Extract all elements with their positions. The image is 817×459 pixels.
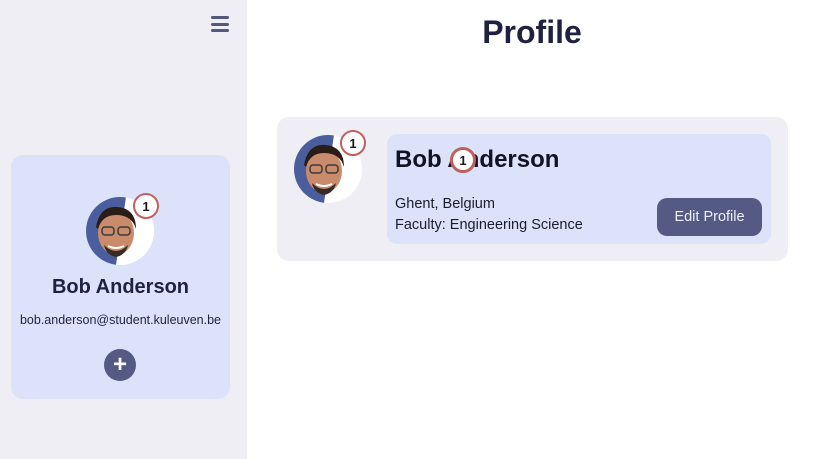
add-button[interactable]: + — [104, 349, 136, 381]
user-card: 1 Bob Anderson bob.anderson@student.kule… — [11, 155, 230, 399]
profile-avatar-badge[interactable]: 1 — [340, 130, 366, 156]
profile-panel: 1 Bob Anderson 1 Ghent, Belgium Faculty:… — [277, 117, 788, 261]
sidebar: 1 Bob Anderson bob.anderson@student.kule… — [0, 0, 247, 459]
notification-badge[interactable]: 1 — [133, 193, 159, 219]
user-email: bob.anderson@student.kuleuven.be — [19, 313, 222, 327]
page-title: Profile — [482, 14, 582, 50]
profile-name: Bob Anderson — [395, 146, 560, 173]
user-name: Bob Anderson — [51, 276, 190, 298]
plus-icon: + — [112, 351, 127, 378]
profile-notification-badge[interactable]: 1 — [450, 147, 476, 173]
profile-location: Ghent, Belgium — [395, 196, 495, 212]
profile-info-card: Bob Anderson 1 Ghent, Belgium Faculty: E… — [387, 134, 771, 244]
edit-profile-button[interactable]: Edit Profile — [657, 198, 762, 236]
profile-faculty: Faculty: Engineering Science — [395, 217, 583, 233]
hamburger-menu-icon[interactable] — [211, 16, 229, 32]
